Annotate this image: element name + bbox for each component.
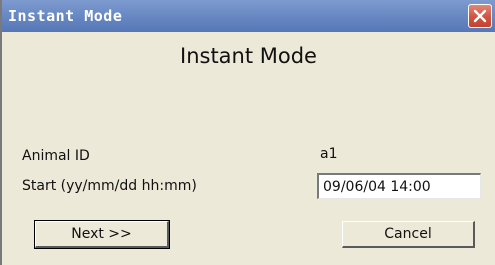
animal-id-value: a1 — [320, 146, 338, 162]
start-label: Start (yy/mm/dd hh:mm) — [22, 178, 197, 194]
window-title: Instant Mode — [8, 7, 123, 25]
dialog-heading: Instant Mode — [180, 44, 317, 68]
close-icon — [473, 9, 487, 23]
start-datetime-input[interactable] — [317, 173, 481, 199]
cancel-button[interactable]: Cancel — [342, 221, 475, 248]
next-button[interactable]: Next >> — [34, 220, 170, 249]
animal-id-label: Animal ID — [22, 148, 90, 164]
instant-mode-window: Instant Mode Instant Mode Animal ID a1 S… — [0, 0, 495, 265]
close-button[interactable] — [468, 4, 492, 28]
title-bar[interactable]: Instant Mode — [2, 0, 495, 32]
